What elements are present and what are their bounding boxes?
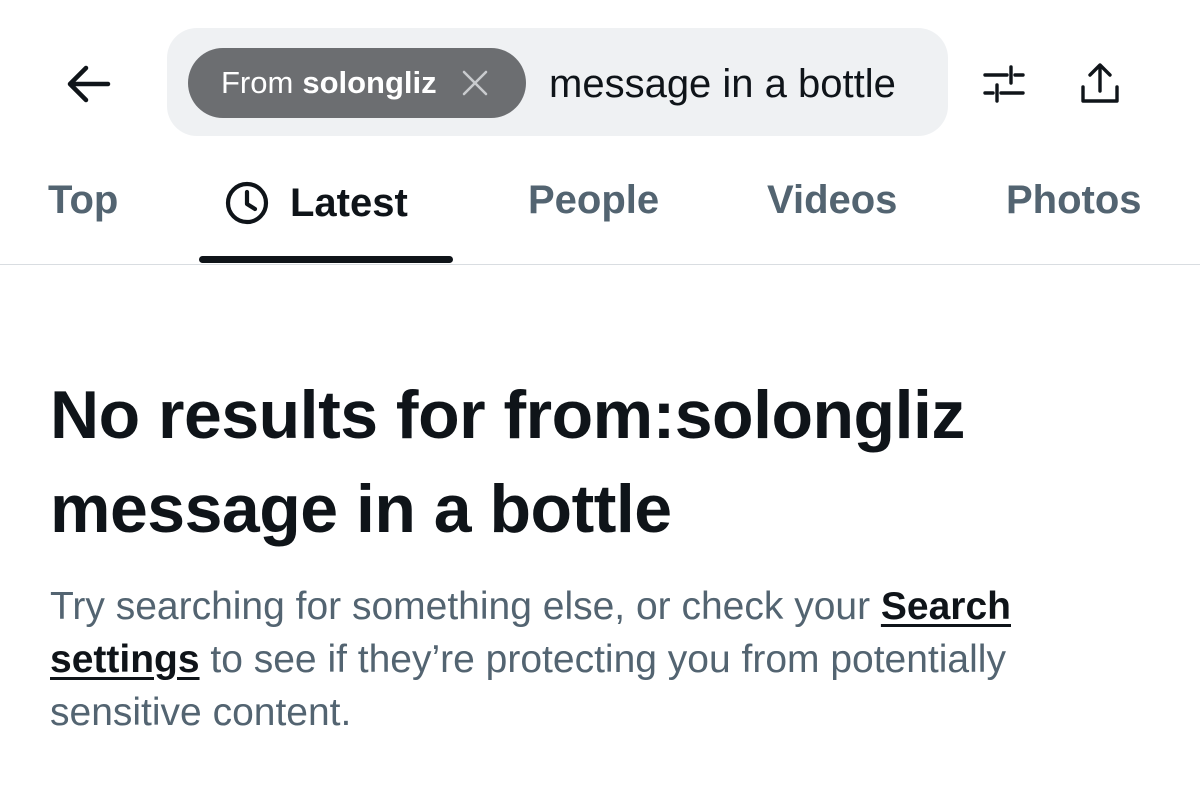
tab-photos[interactable]: Photos	[1006, 178, 1142, 223]
tab-videos[interactable]: Videos	[767, 178, 897, 223]
share-upload-icon	[1081, 63, 1119, 103]
back-button[interactable]	[56, 56, 120, 112]
search-tabs: Top Latest People Videos Photos	[0, 140, 1200, 265]
empty-state-title: No results for from:solongliz message in…	[50, 368, 1170, 556]
search-results-page: From solongliz message in a bottle Top L…	[0, 0, 1200, 802]
share-button[interactable]	[1074, 58, 1126, 110]
empty-title-prefix: No results for	[50, 377, 504, 453]
arrow-left-icon	[67, 65, 111, 103]
tab-latest[interactable]: Latest	[222, 178, 408, 228]
remove-filter-button[interactable]	[459, 67, 491, 99]
chip-username: solongliz	[302, 65, 437, 100]
chip-prefix-label: From	[221, 65, 294, 100]
x-icon	[462, 70, 487, 96]
tab-top[interactable]: Top	[48, 178, 118, 223]
search-query-text[interactable]: message in a bottle	[549, 56, 896, 112]
sliders-icon	[983, 65, 1025, 103]
search-box[interactable]: From solongliz message in a bottle	[167, 28, 948, 136]
clock-icon	[225, 181, 269, 225]
tab-people[interactable]: People	[528, 178, 659, 223]
tab-latest-label: Latest	[290, 180, 408, 225]
active-tab-indicator	[199, 256, 453, 263]
empty-body-before: Try searching for something else, or che…	[50, 585, 881, 628]
empty-state-message: Try searching for something else, or che…	[50, 580, 1160, 739]
from-user-filter-chip[interactable]: From solongliz	[188, 48, 526, 118]
search-filter-button[interactable]	[978, 58, 1030, 110]
